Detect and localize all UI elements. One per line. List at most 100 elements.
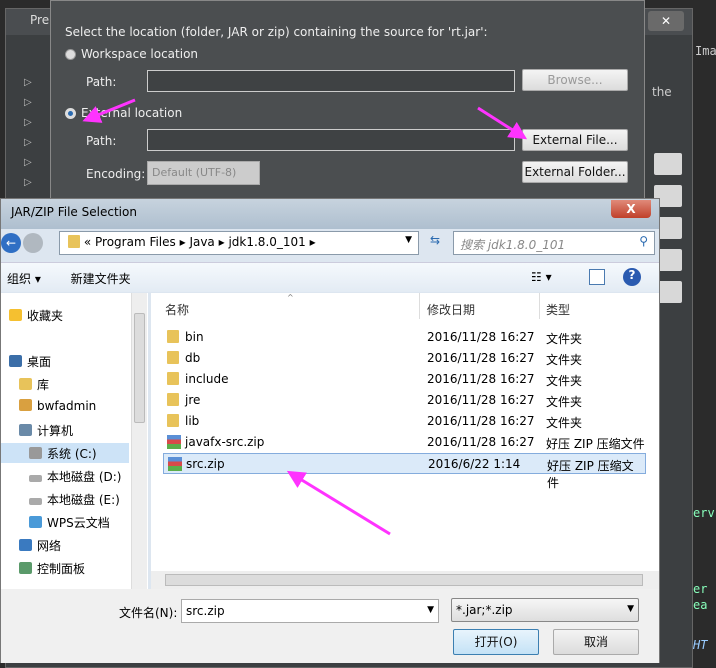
workspace-path-input[interactable] [147, 70, 515, 92]
file-row[interactable]: javafx-src.zip 2016/11/28 16:27 好压 ZIP 压… [163, 432, 646, 453]
browse-button[interactable]: Browse... [522, 69, 628, 91]
nav-item-user[interactable]: bwfadmin [37, 399, 96, 413]
tree-expand-icon[interactable]: ▷ [24, 117, 32, 128]
file-type: 好压 ZIP 压缩文件 [546, 437, 645, 451]
nav-item-drive-d[interactable]: 本地磁盘 (D:) [47, 470, 121, 484]
search-icon[interactable]: ⚲ [639, 234, 648, 248]
close-icon[interactable]: ✕ [648, 11, 684, 31]
file-name: bin [185, 330, 204, 344]
file-row[interactable]: src.zip 2016/6/22 1:14 好压 ZIP 压缩文件 [163, 453, 646, 490]
drive-icon [29, 475, 42, 482]
file-row[interactable]: db 2016/11/28 16:27 文件夹 [163, 348, 646, 369]
nav-item-network[interactable]: 网络 [37, 539, 61, 553]
file-list: 名称 ^ 修改日期 类型 bin 2016/11/28 16:27 文件夹 db… [151, 293, 659, 589]
dialog-title: JAR/ZIP File Selection [1, 199, 659, 229]
file-name: javafx-src.zip [185, 435, 265, 449]
external-label: External location [81, 106, 183, 120]
nav-item-control-panel[interactable]: 控制面板 [37, 562, 85, 576]
file-type: 文件夹 [546, 416, 583, 430]
nav-item-wps-cloud[interactable]: WPS云文档 [47, 516, 110, 530]
desktop-icon [9, 355, 22, 367]
file-row[interactable]: jre 2016/11/28 16:27 文件夹 [163, 390, 646, 411]
new-folder-button[interactable]: 新建文件夹 [71, 272, 131, 286]
source-attachment-dialog: Select the location (folder, JAR or zip)… [50, 0, 645, 200]
file-name: lib [185, 414, 200, 428]
file-date: 2016/6/22 1:14 [428, 457, 521, 471]
help-icon[interactable]: ? [623, 268, 641, 286]
nav-item-library[interactable]: 库 [37, 378, 49, 392]
nav-item-computer[interactable]: 计算机 [37, 424, 73, 438]
side-button[interactable] [654, 153, 682, 175]
column-header-date[interactable]: 修改日期 [427, 301, 475, 318]
file-type: 文件夹 [546, 395, 583, 409]
background-text: erv [693, 506, 715, 520]
nav-item-favorites[interactable]: 收藏夹 [27, 309, 63, 323]
forward-icon[interactable] [23, 233, 43, 253]
tree-expand-icon[interactable]: ▷ [24, 77, 32, 88]
column-header-type[interactable]: 类型 [546, 301, 570, 318]
file-date: 2016/11/28 16:27 [427, 393, 535, 407]
cancel-button[interactable]: 取消 [553, 629, 639, 655]
encoding-value: Default (UTF-8) [152, 166, 237, 179]
external-file-button[interactable]: External File... [522, 129, 628, 151]
nav-item-drive-e[interactable]: 本地磁盘 (E:) [47, 493, 120, 507]
column-divider [539, 293, 540, 319]
nav-item-desktop[interactable]: 桌面 [27, 355, 51, 369]
chevron-down-icon[interactable]: ▼ [627, 604, 634, 614]
nav-item-drive-c[interactable]: 系统 (C:) [47, 447, 97, 461]
refresh-icon[interactable]: ⇆ [423, 233, 447, 253]
external-folder-button[interactable]: External Folder... [522, 161, 628, 183]
address-bar[interactable]: « Program Files ▸ Java ▸ jdk1.8.0_101 ▸ … [59, 231, 419, 255]
file-date: 2016/11/28 16:27 [427, 435, 535, 449]
zip-file-icon [168, 457, 182, 471]
workspace-radio[interactable] [65, 49, 76, 60]
cloud-icon [29, 516, 42, 528]
column-header-name[interactable]: 名称 [165, 301, 189, 318]
file-row[interactable]: include 2016/11/28 16:27 文件夹 [163, 369, 646, 390]
back-icon[interactable]: ← [1, 233, 21, 253]
breadcrumb-item[interactable]: jdk1.8.0_101 [228, 235, 305, 249]
file-date: 2016/11/28 16:27 [427, 372, 535, 386]
breadcrumb-overflow[interactable]: « [84, 235, 91, 249]
external-path-input[interactable] [147, 129, 515, 151]
control-panel-icon [19, 562, 32, 574]
file-selection-dialog: JAR/ZIP File Selection X ← « Program Fil… [0, 198, 660, 663]
dialog-footer: 文件名(N): src.zip ▼ *.jar;*.zip ▼ 打开(O) 取消 [1, 589, 659, 663]
chevron-down-icon[interactable]: ▼ [405, 235, 412, 245]
tree-expand-icon[interactable]: ▷ [24, 97, 32, 108]
file-date: 2016/11/28 16:27 [427, 330, 535, 344]
folder-icon [167, 351, 179, 364]
file-row[interactable]: lib 2016/11/28 16:27 文件夹 [163, 411, 646, 432]
close-button[interactable]: X [611, 200, 651, 218]
horizontal-scrollbar[interactable] [151, 571, 659, 589]
chevron-down-icon[interactable]: ▼ [427, 605, 434, 615]
file-type-filter[interactable]: *.jar;*.zip ▼ [451, 598, 639, 622]
file-name: db [185, 351, 201, 365]
filename-value: src.zip [186, 604, 225, 618]
computer-icon [19, 424, 32, 436]
encoding-select[interactable]: Default (UTF-8) [147, 161, 260, 185]
path-label: Path: [86, 75, 117, 89]
view-options-icon[interactable]: ☷ ▾ [531, 270, 552, 284]
search-input[interactable]: 搜索 jdk1.8.0_101 ⚲ [453, 231, 655, 255]
scrollbar-thumb[interactable] [165, 574, 643, 586]
background-text: ea [693, 598, 708, 612]
breadcrumb-item[interactable]: Program Files [95, 235, 176, 249]
tree-expand-icon[interactable]: ▷ [24, 157, 32, 168]
file-type: 文件夹 [546, 332, 583, 346]
tree-expand-icon[interactable]: ▷ [24, 177, 32, 188]
nav-scrollbar[interactable] [131, 293, 147, 589]
open-button[interactable]: 打开(O) [453, 629, 539, 655]
scrollbar-thumb[interactable] [134, 313, 145, 423]
tree-expand-icon[interactable]: ▷ [24, 137, 32, 148]
preview-pane-icon[interactable] [589, 269, 605, 285]
filename-label: 文件名(N): [119, 606, 178, 620]
folder-icon [68, 235, 80, 248]
external-radio[interactable] [65, 108, 76, 119]
filename-input[interactable]: src.zip ▼ [181, 599, 439, 623]
organize-button[interactable]: 组织 ▾ [7, 272, 41, 286]
file-row[interactable]: bin 2016/11/28 16:27 文件夹 [163, 327, 646, 348]
search-placeholder: 搜索 jdk1.8.0_101 [460, 238, 566, 252]
toolbar: 组织 ▾ 新建文件夹 ☷ ▾ ? [1, 262, 659, 292]
breadcrumb-item[interactable]: Java [189, 235, 214, 249]
